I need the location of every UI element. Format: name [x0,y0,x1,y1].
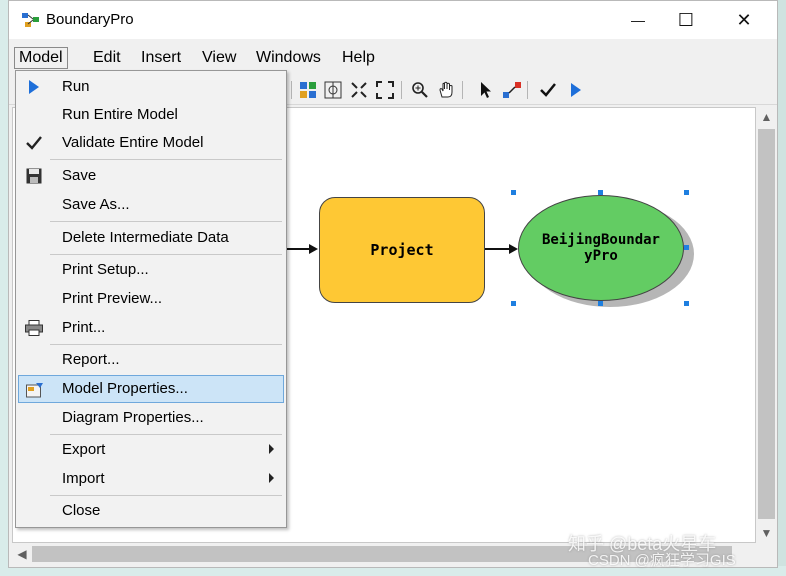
check-icon [24,133,44,153]
menu-separator [50,434,282,435]
printer-icon [24,318,44,338]
toolbar-separator [462,81,463,99]
connect-icon[interactable] [501,79,523,101]
model-app-icon [22,13,39,27]
vertical-scroll-thumb[interactable] [758,129,775,519]
menu-item-label: Validate Entire Model [62,134,204,151]
menu-item-delete-intermediate-data[interactable]: Delete Intermediate Data [18,224,284,252]
menu-item-report[interactable]: Report... [18,346,284,374]
menu-item-label: Model Properties... [62,380,188,397]
model-menu-dropdown: Run Run Entire Model Validate Entire Mod… [15,70,287,528]
toolbar-separator [401,81,402,99]
zoom-in-out-icon[interactable] [348,79,370,101]
output-label: BeijingBoundaryPro [541,232,660,264]
menu-item-diagram-properties[interactable]: Diagram Properties... [18,404,284,432]
menu-insert[interactable]: Insert [137,47,185,69]
title-bar[interactable]: BoundaryPro — ☐ ✕ [9,1,777,39]
tool-project[interactable]: Project [319,197,485,303]
menu-item-import[interactable]: Import [18,465,284,493]
save-icon [24,166,44,186]
selection-handle[interactable] [511,301,516,306]
input-arrowhead [309,244,318,254]
run-icon[interactable] [564,79,586,101]
properties-icon [25,380,45,400]
menu-item-model-properties[interactable]: Model Properties... [18,375,284,403]
select-icon[interactable] [475,79,497,101]
menu-item-label: Print... [62,319,106,336]
selection-handle[interactable] [684,245,689,250]
menu-item-export[interactable]: Export [18,436,284,464]
menu-item-label: Save [62,167,97,184]
menu-item-print[interactable]: Print... [18,314,284,342]
selection-handle[interactable] [598,301,603,306]
selection-handle[interactable] [598,190,603,195]
menu-item-save-as[interactable]: Save As... [18,191,284,219]
fit-window-icon[interactable] [374,79,396,101]
validate-icon[interactable] [537,79,559,101]
menu-item-label: Report... [62,351,120,368]
menu-separator [50,159,282,160]
selection-handle[interactable] [684,301,689,306]
menu-item-label: Run [62,78,90,95]
menu-item-print-setup[interactable]: Print Setup... [18,256,284,284]
menu-edit[interactable]: Edit [89,47,125,69]
pan-icon[interactable] [435,79,457,101]
selection-handle[interactable] [511,190,516,195]
selection-handle[interactable] [684,190,689,195]
toolbar-separator [291,81,292,99]
full-extent-icon[interactable] [297,79,319,101]
zoom-in-icon[interactable] [409,79,431,101]
menu-item-save[interactable]: Save [18,162,284,190]
submenu-arrow-icon [269,473,274,483]
menu-item-label: Export [62,441,106,458]
window-title: BoundaryPro [46,11,134,28]
menu-item-print-preview[interactable]: Print Preview... [18,285,284,313]
output-data-beijingboundarypro[interactable]: BeijingBoundaryPro [518,195,684,301]
output-connector [485,248,510,250]
input-connector [285,248,309,250]
maximize-icon: ☐ [677,9,695,30]
run-icon [24,77,44,97]
menu-separator [50,344,282,345]
menu-item-close[interactable]: Close [18,497,284,525]
scroll-up-icon[interactable]: ▲ [756,107,777,127]
menu-item-label: Print Preview... [62,290,163,307]
fixed-zoom-icon[interactable] [322,79,344,101]
close-icon: ✕ [736,9,752,30]
scroll-left-icon[interactable]: ◀ [12,543,32,565]
menu-help[interactable]: Help [338,47,379,69]
menu-item-label: Close [62,502,101,519]
menu-model[interactable]: Model [14,47,68,69]
menu-item-label: Delete Intermediate Data [62,229,229,246]
close-window-button[interactable]: ✕ [721,5,767,35]
menu-item-label: Run Entire Model [62,106,178,123]
minimize-icon: — [631,12,645,28]
menu-item-label: Save As... [62,196,130,213]
vertical-scrollbar[interactable]: ▲ ▼ [756,107,777,543]
minimize-button[interactable]: — [615,5,661,35]
maximize-button[interactable]: ☐ [663,5,709,35]
menu-item-label: Diagram Properties... [62,409,204,426]
menu-item-validate-entire-model[interactable]: Validate Entire Model [18,129,284,157]
watermark-csdn: CSDN @疯狂学习GIS [588,552,736,569]
menu-item-label: Print Setup... [62,261,149,278]
toolbar-separator [527,81,528,99]
menu-bar: Model Edit Insert View Windows Help [9,43,777,71]
menu-separator [50,495,282,496]
menu-separator [50,254,282,255]
scroll-down-icon[interactable]: ▼ [756,523,777,543]
submenu-arrow-icon [269,444,274,454]
menu-view[interactable]: View [198,47,240,69]
menu-item-label: Import [62,470,105,487]
menu-separator [50,221,282,222]
menu-item-run-entire-model[interactable]: Run Entire Model [18,101,284,129]
output-arrowhead [509,244,518,254]
menu-item-run[interactable]: Run [18,73,284,101]
menu-windows[interactable]: Windows [252,47,325,69]
